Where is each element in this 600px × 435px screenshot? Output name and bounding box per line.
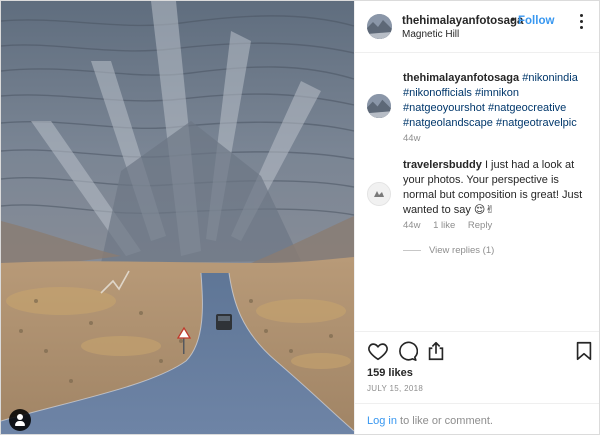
hashtag-link[interactable]: #imnikon — [475, 87, 519, 99]
login-link[interactable]: Log in — [367, 415, 397, 427]
comment-body: travelersbuddy I just had a look at your… — [403, 158, 593, 218]
more-options-icon[interactable] — [573, 13, 589, 29]
follow-button[interactable]: Follow — [518, 15, 554, 27]
hashtag-link[interactable]: #natgeotravelpic — [496, 117, 577, 129]
landscape-image — [1, 1, 354, 434]
bookmark-icon[interactable] — [573, 340, 595, 362]
login-bar: Log in to like or comment. — [355, 403, 599, 434]
likes-count[interactable]: 159 likes — [367, 367, 413, 379]
avatar-image — [368, 183, 390, 205]
caption-timestamp[interactable]: 44w — [403, 133, 420, 144]
hashtag-link[interactable]: #nikonindia — [522, 72, 578, 84]
comment-likes-link[interactable]: 1 like — [433, 220, 455, 231]
reply-button[interactable]: Reply — [468, 220, 492, 231]
login-prompt-text: to like or comment. — [396, 415, 493, 427]
comment-meta: 44w 1 like Reply — [403, 220, 502, 231]
view-replies-button[interactable]: View replies (1) — [403, 245, 494, 256]
heart-icon[interactable] — [367, 340, 389, 362]
comment-bubble-icon[interactable] — [396, 340, 419, 362]
comment-username[interactable]: travelersbuddy — [403, 159, 482, 171]
hashtag-link[interactable]: #natgeocreative — [488, 102, 566, 114]
post-header: thehimalayanfotosaga • Follow Magnetic H… — [355, 1, 599, 53]
comment-timestamp: 44w — [403, 220, 421, 231]
avatar[interactable] — [367, 14, 392, 39]
user-tag-icon[interactable] — [9, 409, 31, 431]
replies-divider — [403, 250, 421, 251]
view-replies-label: View replies (1) — [429, 245, 495, 256]
username-link[interactable]: thehimalayanfotosaga — [402, 15, 523, 27]
post-date: JULY 15, 2018 — [367, 384, 424, 393]
hashtag-link[interactable]: #natgeoyourshot — [403, 102, 485, 114]
post-caption: thehimalayanfotosaga #nikonindia #nikono… — [403, 71, 593, 131]
hashtag-link[interactable]: #natgeolandscape — [403, 117, 493, 129]
login-prompt: Log in to like or comment. — [367, 415, 493, 427]
instagram-post: thehimalayanfotosaga • Follow Magnetic H… — [0, 0, 600, 435]
location-link[interactable]: Magnetic Hill — [402, 29, 459, 40]
post-details: thehimalayanfotosaga • Follow Magnetic H… — [354, 1, 599, 434]
avatar-image — [367, 14, 392, 39]
post-photo[interactable] — [1, 1, 354, 434]
hashtag-link[interactable]: #nikonofficials — [403, 87, 472, 99]
separator-dot: • — [511, 14, 515, 26]
action-bar: 159 likes JULY 15, 2018 — [355, 331, 599, 403]
comment-avatar[interactable] — [367, 182, 391, 206]
caption-username[interactable]: thehimalayanfotosaga — [403, 72, 519, 84]
avatar-image — [367, 94, 391, 118]
caption-avatar[interactable] — [367, 94, 391, 118]
share-icon[interactable] — [425, 340, 447, 362]
